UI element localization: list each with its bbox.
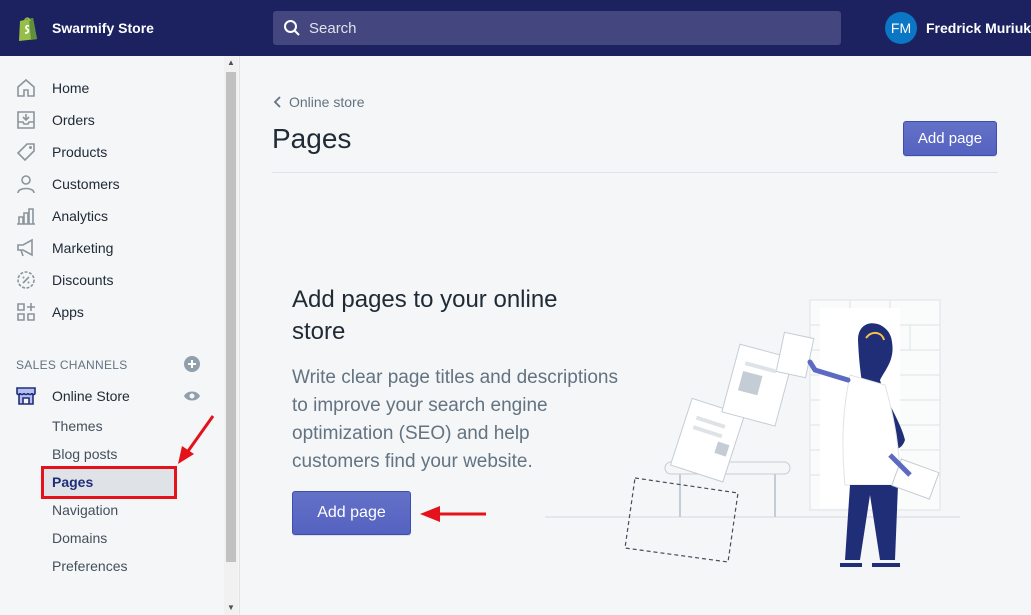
apps-icon	[17, 303, 35, 321]
scroll-down-icon[interactable]: ▼	[224, 601, 238, 615]
sidebar-item-discounts[interactable]: Discounts	[0, 266, 222, 294]
store-brand[interactable]: Swarmify Store	[16, 13, 154, 43]
user-name: Fredrick Muriuki	[926, 20, 1031, 36]
empty-state-add-page-button[interactable]: Add page	[292, 491, 411, 535]
annotation-arrow-button	[420, 506, 486, 522]
sidebar-scrollbar[interactable]: ▲ ▼	[224, 56, 238, 615]
sidebar-item-label: Marketing	[52, 240, 114, 256]
discount-icon	[17, 271, 35, 289]
sidebar-item-analytics[interactable]: Analytics	[0, 202, 222, 230]
sidebar-subitem-pages[interactable]: Pages	[52, 474, 93, 490]
sidebar-subitem-domains[interactable]: Domains	[52, 530, 107, 546]
search-input[interactable]: Search	[273, 11, 841, 45]
sidebar-item-label: Customers	[52, 176, 120, 192]
sidebar-item-label: Apps	[52, 304, 84, 320]
sidebar-item-label: Analytics	[52, 208, 109, 224]
store-icon	[16, 387, 36, 405]
sidebar: Home Orders Products Customers Analytics…	[0, 56, 240, 615]
sidebar-item-label: Orders	[52, 112, 95, 128]
sidebar-item-home[interactable]: Home	[0, 74, 222, 102]
scroll-thumb[interactable]	[226, 72, 236, 562]
sales-channels-title: SALES CHANNELS	[16, 358, 128, 372]
shopify-logo-icon	[19, 17, 37, 41]
add-page-button[interactable]: Add page	[903, 121, 997, 156]
sidebar-item-marketing[interactable]: Marketing	[0, 234, 222, 262]
page-title: Pages	[272, 123, 352, 154]
orders-icon	[17, 111, 35, 129]
scroll-up-icon[interactable]: ▲	[224, 56, 238, 70]
empty-state-illustration	[545, 299, 960, 567]
person-icon	[17, 175, 35, 194]
sidebar-item-orders[interactable]: Orders	[0, 106, 222, 134]
breadcrumb[interactable]: Online store	[273, 94, 364, 110]
sidebar-item-customers[interactable]: Customers	[0, 170, 222, 198]
sidebar-item-products[interactable]: Products	[0, 138, 222, 166]
sidebar-item-apps[interactable]: Apps	[0, 298, 222, 326]
sidebar-subitem-blog-posts[interactable]: Blog posts	[52, 446, 117, 462]
sidebar-item-label: Products	[52, 144, 108, 160]
header-divider	[272, 172, 998, 173]
sidebar-item-label: Online Store	[52, 388, 130, 404]
sidebar-item-label: Home	[52, 80, 90, 96]
bar-chart-icon	[17, 208, 35, 225]
store-name: Swarmify Store	[52, 20, 154, 36]
annotation-arrow-sidebar	[178, 415, 215, 464]
sidebar-subitem-navigation[interactable]: Navigation	[52, 502, 118, 518]
tag-icon	[16, 143, 35, 162]
add-circle-icon[interactable]	[184, 356, 200, 372]
search-icon	[284, 20, 300, 36]
breadcrumb-label: Online store	[289, 94, 365, 110]
sidebar-subitem-themes[interactable]: Themes	[52, 418, 103, 434]
home-icon	[17, 78, 35, 97]
user-menu[interactable]: FM Fredrick Muriuki	[885, 12, 1031, 44]
search-placeholder: Search	[309, 19, 357, 37]
sidebar-item-label: Discounts	[52, 272, 114, 288]
avatar: FM	[885, 12, 917, 44]
megaphone-icon	[17, 238, 33, 257]
top-bar: Swarmify Store Search FM Fredrick Muriuk…	[0, 0, 1031, 56]
eye-icon[interactable]	[183, 390, 201, 402]
sidebar-subitem-preferences[interactable]: Preferences	[52, 558, 127, 574]
chevron-left-icon	[273, 96, 281, 108]
